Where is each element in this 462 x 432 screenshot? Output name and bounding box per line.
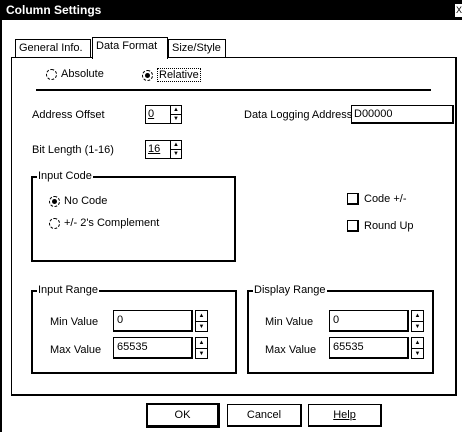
- ok-button[interactable]: OK: [146, 403, 220, 428]
- round-up-checkbox[interactable]: Round Up: [347, 220, 414, 232]
- code-plus-minus-label: Code +/-: [364, 193, 407, 205]
- display-max-label: Max Value: [265, 344, 317, 356]
- window-title: Column Settings: [6, 3, 102, 17]
- no-code-radio[interactable]: No Code: [49, 195, 107, 207]
- spinner-arrows-icon[interactable]: ▲ ▼: [170, 106, 181, 123]
- relative-radio[interactable]: Relative: [142, 68, 201, 82]
- input-range-title: Input Range: [37, 284, 99, 296]
- bit-length-value[interactable]: 16: [146, 141, 170, 158]
- absolute-label: Absolute: [61, 68, 104, 80]
- display-min-stepper-icon[interactable]: ▲ ▼: [411, 310, 424, 332]
- input-min-label: Min Value: [50, 316, 99, 328]
- address-offset-value[interactable]: 0: [146, 106, 170, 123]
- input-range-group: Input Range: [31, 284, 237, 374]
- input-max-field[interactable]: 65535: [113, 337, 193, 359]
- twos-complement-label: +/- 2's Complement: [64, 217, 160, 229]
- no-code-label: No Code: [64, 195, 108, 207]
- display-max-stepper-icon[interactable]: ▲ ▼: [411, 337, 424, 359]
- display-range-group: Display Range: [247, 284, 434, 374]
- data-logging-address-label: Data Logging Address: [244, 109, 353, 121]
- display-min-field[interactable]: 0: [329, 310, 409, 332]
- input-max-label: Max Value: [50, 344, 102, 356]
- tab-general-info[interactable]: General Info.: [15, 39, 91, 58]
- code-plus-minus-checkbox[interactable]: Code +/-: [347, 193, 407, 205]
- radio-unselected-icon: [49, 217, 60, 229]
- absolute-radio[interactable]: Absolute: [46, 68, 104, 80]
- help-button[interactable]: Help: [308, 404, 382, 427]
- cancel-button[interactable]: Cancel: [227, 404, 302, 427]
- input-min-stepper-icon[interactable]: ▲ ▼: [195, 310, 208, 332]
- round-up-label: Round Up: [364, 220, 414, 232]
- input-max-stepper-icon[interactable]: ▲ ▼: [195, 337, 208, 359]
- bit-length-spinner[interactable]: 16 ▲ ▼: [145, 140, 182, 159]
- tab-data-format[interactable]: Data Format: [92, 37, 168, 60]
- display-max-field[interactable]: 65535: [329, 337, 409, 359]
- radio-unselected-icon: [46, 68, 57, 80]
- checkbox-unchecked-icon: [347, 220, 359, 232]
- spinner-arrows-icon[interactable]: ▲ ▼: [170, 141, 181, 158]
- input-min-field[interactable]: 0: [113, 310, 193, 332]
- tab-size-style[interactable]: Size/Style: [168, 39, 226, 58]
- display-min-label: Min Value: [265, 316, 314, 328]
- twos-complement-radio[interactable]: +/- 2's Complement: [49, 217, 159, 229]
- separator-line: [36, 89, 431, 91]
- title-bar: Column Settings X: [2, 1, 462, 20]
- data-logging-address-input[interactable]: D00000: [351, 105, 454, 124]
- radio-selected-icon: [142, 69, 153, 81]
- close-button[interactable]: X: [454, 3, 462, 18]
- checkbox-unchecked-icon: [347, 193, 359, 205]
- address-offset-label: Address Offset: [32, 109, 105, 121]
- radio-selected-icon: [49, 195, 60, 207]
- column-settings-window: Column Settings X General Info. Data For…: [0, 0, 462, 432]
- relative-label: Relative: [157, 68, 201, 82]
- input-code-title: Input Code: [37, 170, 93, 182]
- address-offset-spinner[interactable]: 0 ▲ ▼: [145, 105, 182, 124]
- bit-length-label: Bit Length (1-16): [32, 144, 114, 156]
- display-range-title: Display Range: [253, 284, 327, 296]
